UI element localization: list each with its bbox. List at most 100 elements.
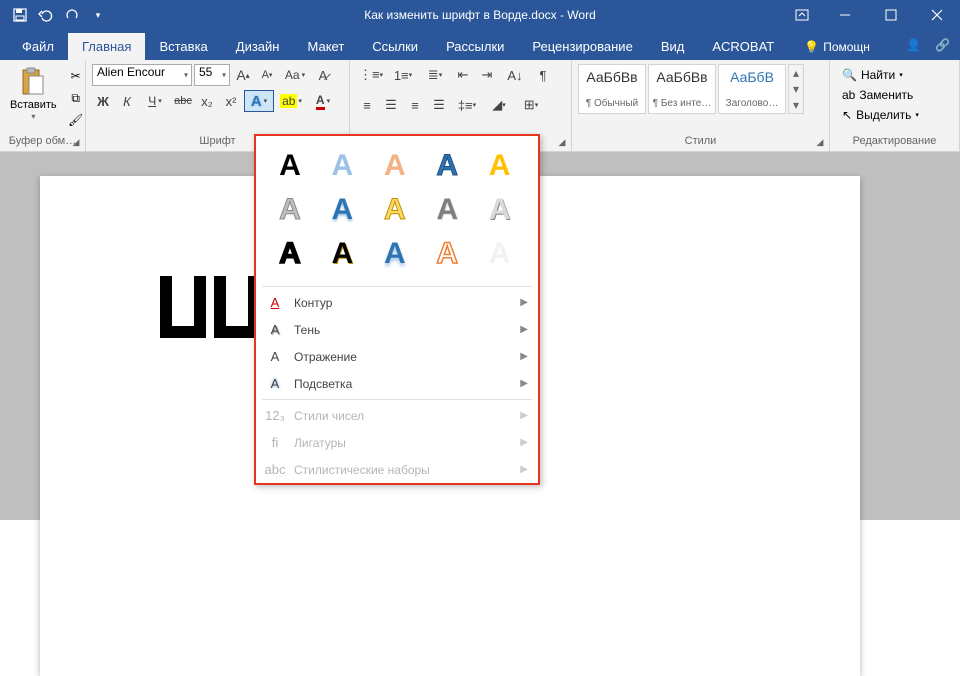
styles-launcher[interactable]: ◢ bbox=[813, 135, 827, 149]
group-editing: 🔍Найти▾ abЗаменить ↖Выделить▾ Редактиров… bbox=[830, 60, 960, 151]
align-center-button[interactable]: ☰ bbox=[380, 94, 402, 116]
align-right-button[interactable]: ≡ bbox=[404, 94, 426, 116]
ribbon-tabs: Файл Главная Вставка Дизайн Макет Ссылки… bbox=[0, 30, 960, 60]
share-button[interactable]: 🔗 bbox=[935, 38, 950, 52]
effect-preset[interactable]: A bbox=[427, 192, 467, 228]
strikethrough-button[interactable]: abc bbox=[172, 90, 194, 112]
align-left-button[interactable]: ≡ bbox=[356, 94, 378, 116]
tab-insert[interactable]: Вставка bbox=[145, 33, 221, 60]
decrease-indent-button[interactable]: ⇤ bbox=[452, 64, 474, 86]
tab-file[interactable]: Файл bbox=[8, 33, 68, 60]
close-button[interactable] bbox=[914, 0, 960, 30]
highlight-button[interactable]: ab▾ bbox=[276, 90, 306, 112]
shading-button[interactable]: ◢▾ bbox=[484, 94, 514, 116]
copy-button[interactable]: ⧉ bbox=[65, 88, 87, 108]
cut-button[interactable]: ✂ bbox=[65, 66, 87, 86]
effect-preset[interactable]: A bbox=[270, 148, 310, 184]
numbering-button[interactable]: 1≡▾ bbox=[388, 64, 418, 86]
show-marks-button[interactable]: ¶ bbox=[532, 64, 554, 86]
tab-home[interactable]: Главная bbox=[68, 33, 145, 60]
effect-preset[interactable]: A bbox=[480, 148, 520, 184]
effects-gallery: A A A A A A A A A A A A A A A bbox=[256, 136, 538, 284]
multilevel-button[interactable]: ≣▾ bbox=[420, 64, 450, 86]
justify-button[interactable]: ☰ bbox=[428, 94, 450, 116]
effect-preset[interactable]: A bbox=[480, 192, 520, 228]
menubar-right: 👤 🔗 bbox=[906, 30, 950, 60]
style-heading1[interactable]: АаБбВЗаголово… bbox=[718, 64, 786, 114]
tab-review[interactable]: Рецензирование bbox=[518, 33, 646, 60]
tab-view[interactable]: Вид bbox=[647, 33, 699, 60]
tab-acrobat[interactable]: ACROBAT bbox=[698, 33, 788, 60]
menu-outline[interactable]: AКонтур▶ bbox=[256, 289, 538, 316]
clear-formatting-button[interactable]: A̷ bbox=[312, 64, 334, 86]
select-button[interactable]: ↖Выделить▾ bbox=[838, 106, 951, 124]
paragraph-launcher[interactable]: ◢ bbox=[555, 135, 569, 149]
style-normal[interactable]: АаБбВв¶ Обычный bbox=[578, 64, 646, 114]
shrink-font-button[interactable]: A▾ bbox=[256, 64, 278, 86]
menu-shadow[interactable]: AТень▶ bbox=[256, 316, 538, 343]
shadow-icon: A bbox=[266, 322, 284, 337]
bullets-button[interactable]: ⋮≡▾ bbox=[356, 64, 386, 86]
line-spacing-button[interactable]: ‡≡▾ bbox=[452, 94, 482, 116]
effect-preset[interactable]: A bbox=[375, 148, 415, 184]
sort-button[interactable]: A↓ bbox=[500, 64, 530, 86]
menu-ligatures: fiЛигатуры▶ bbox=[256, 429, 538, 456]
style-nospacing[interactable]: АаБбВв¶ Без инте… bbox=[648, 64, 716, 114]
clipboard-launcher[interactable]: ◢ bbox=[69, 135, 83, 149]
menu-glow[interactable]: AПодсветка▶ bbox=[256, 370, 538, 397]
effect-preset[interactable]: A bbox=[270, 236, 310, 272]
chevron-down-icon: ▾ bbox=[184, 71, 188, 80]
maximize-button[interactable] bbox=[868, 0, 914, 30]
undo-button[interactable] bbox=[34, 3, 58, 27]
redo-button[interactable] bbox=[60, 3, 84, 27]
sign-in-icon[interactable]: 👤 bbox=[906, 38, 921, 52]
effect-preset[interactable]: A bbox=[270, 192, 310, 228]
tab-layout[interactable]: Макет bbox=[293, 33, 358, 60]
find-button[interactable]: 🔍Найти▾ bbox=[838, 66, 951, 84]
paste-button[interactable]: Вставить ▾ bbox=[6, 64, 61, 133]
subscript-button[interactable]: x₂ bbox=[196, 90, 218, 112]
tab-references[interactable]: Ссылки bbox=[358, 33, 432, 60]
font-size-combo[interactable]: 55▾ bbox=[194, 64, 230, 86]
effect-preset[interactable]: A bbox=[322, 236, 362, 272]
chevron-down-icon: ▾ bbox=[222, 71, 226, 80]
effect-preset[interactable]: A bbox=[427, 236, 467, 272]
effect-preset[interactable]: A bbox=[480, 236, 520, 272]
chevron-right-icon: ▶ bbox=[520, 351, 528, 362]
tab-mailings[interactable]: Рассылки bbox=[432, 33, 518, 60]
font-color-button[interactable]: A▾ bbox=[308, 90, 338, 112]
effect-preset[interactable]: A bbox=[375, 236, 415, 272]
minimize-button[interactable] bbox=[822, 0, 868, 30]
window-title: Как изменить шрифт в Ворде.docx - Word bbox=[364, 8, 596, 22]
bold-button[interactable]: Ж bbox=[92, 90, 114, 112]
ligature-icon: fi bbox=[266, 435, 284, 450]
effect-preset[interactable]: A bbox=[322, 192, 362, 228]
quick-access-toolbar: ▾ bbox=[0, 3, 110, 27]
text-effects-button[interactable]: A▾ bbox=[244, 90, 274, 112]
superscript-button[interactable]: x² bbox=[220, 90, 242, 112]
group-styles: АаБбВв¶ Обычный АаБбВв¶ Без инте… АаБбВЗ… bbox=[572, 60, 830, 151]
change-case-button[interactable]: Aa▾ bbox=[280, 64, 310, 86]
grow-font-button[interactable]: A▴ bbox=[232, 64, 254, 86]
effect-preset[interactable]: A bbox=[322, 148, 362, 184]
italic-button[interactable]: К bbox=[116, 90, 138, 112]
ribbon-display-options[interactable] bbox=[782, 0, 822, 30]
chevron-right-icon: ▶ bbox=[520, 297, 528, 308]
format-painter-button[interactable]: 🖌 bbox=[65, 110, 87, 130]
effect-preset[interactable]: A bbox=[375, 192, 415, 228]
replace-button[interactable]: abЗаменить bbox=[838, 86, 951, 104]
tell-me-search[interactable]: 💡Помощн bbox=[794, 34, 880, 60]
save-button[interactable] bbox=[8, 3, 32, 27]
styles-more-button[interactable]: ▴▾▾ bbox=[788, 64, 804, 114]
increase-indent-button[interactable]: ⇥ bbox=[476, 64, 498, 86]
qat-customize[interactable]: ▾ bbox=[86, 3, 110, 27]
tab-design[interactable]: Дизайн bbox=[222, 33, 294, 60]
menu-reflection[interactable]: AОтражение▶ bbox=[256, 343, 538, 370]
numbers-icon: 12₃ bbox=[266, 408, 284, 423]
window-controls bbox=[822, 0, 960, 30]
reflection-icon: A bbox=[266, 349, 284, 364]
effect-preset[interactable]: A bbox=[427, 148, 467, 184]
font-name-combo[interactable]: Alien Encour▾ bbox=[92, 64, 192, 86]
borders-button[interactable]: ⊞▾ bbox=[516, 94, 546, 116]
underline-button[interactable]: Ч▾ bbox=[140, 90, 170, 112]
